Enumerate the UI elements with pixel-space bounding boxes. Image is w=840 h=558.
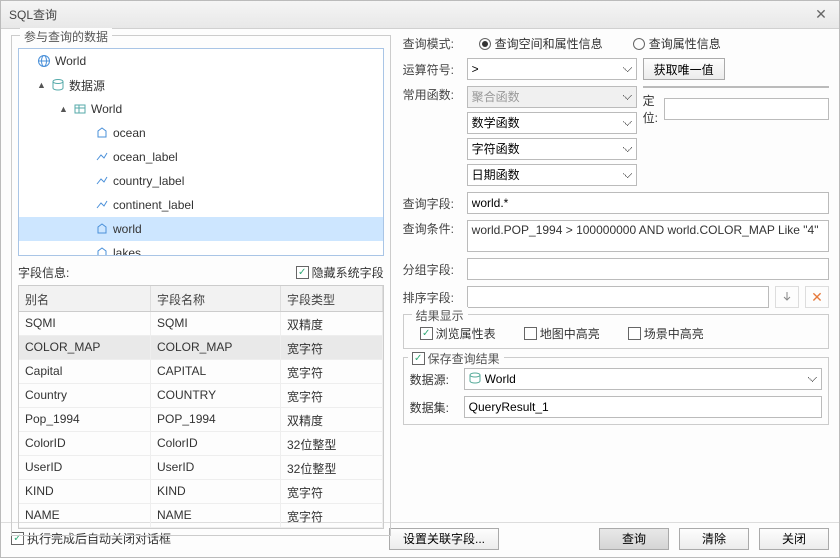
group-field-input[interactable] [467,258,829,280]
line-icon [95,174,109,188]
radio-attr-only[interactable]: 查询属性信息 [633,35,721,52]
query-cond-input[interactable]: world.POP_1994 > 100000000 AND world.COL… [467,220,829,252]
dataset-label: 数据集: [410,399,458,416]
radio-spatial-attr[interactable]: 查询空间和属性信息 [479,35,603,52]
field-info-label: 字段信息: [18,264,69,281]
string-func-select[interactable]: 字符函数 [467,138,637,160]
table-row[interactable]: SQMISQMI双精度 [19,312,383,336]
toggle-icon: ▲ [37,80,47,90]
tree-item[interactable]: World [19,49,383,73]
operator-select[interactable]: > [467,58,637,80]
table-row[interactable]: Pop_1994POP_1994双精度 [19,408,383,432]
tree-item[interactable]: ocean_label [19,145,383,169]
clear-sort-icon[interactable]: ✕ [805,286,829,308]
operator-label: 运算符号: [403,61,461,78]
datasource-icon [51,78,65,92]
titlebar: SQL查询 ✕ [1,1,839,29]
checkbox-icon: ✓ [296,266,309,279]
table-row[interactable]: COLOR_MAPCOLOR_MAP宽字符 [19,336,383,360]
save-result-checkbox[interactable]: ✓保存查询结果 [412,350,500,367]
browse-attr-checkbox[interactable]: ✓浏览属性表 [420,325,496,342]
unique-values-list[interactable] [643,86,829,88]
result-display-legend: 结果显示 [412,307,468,324]
globe-icon [37,54,51,68]
dataset-input[interactable] [464,396,822,418]
get-unique-button[interactable]: 获取唯一值 [643,58,725,80]
field-table[interactable]: 别名 字段名称 字段类型 SQMISQMI双精度COLOR_MAPCOLOR_M… [18,285,384,529]
table-row[interactable]: NAMENAME宽字符 [19,504,383,528]
col-type[interactable]: 字段类型 [281,286,383,311]
data-tree[interactable]: World▲数据源▲Worldoceanocean_labelcountry_l… [18,48,384,256]
table-row[interactable]: UserIDUserID32位整型 [19,456,383,480]
tree-item[interactable]: ▲数据源 [19,73,383,97]
sort-field-input[interactable] [467,286,769,308]
sort-field-label: 排序字段: [403,289,461,306]
hide-sys-fields-checkbox[interactable]: ✓ 隐藏系统字段 [296,264,384,281]
common-func-label: 常用函数: [403,86,461,103]
query-cond-label: 查询条件: [403,220,461,237]
date-func-select[interactable]: 日期函数 [467,164,637,186]
table-row[interactable]: ColorIDColorID32位整型 [19,432,383,456]
dataset-icon [73,102,87,116]
line-icon [95,198,109,212]
clear-button[interactable]: 清除 [679,528,749,550]
radio-icon [479,38,491,50]
table-row[interactable]: CountryCOUNTRY宽字符 [19,384,383,408]
query-button[interactable]: 查询 [599,528,669,550]
col-alias[interactable]: 别名 [19,286,151,311]
datasource-select[interactable]: World [464,368,822,390]
highlight-map-checkbox[interactable]: 地图中高亮 [524,325,600,342]
query-mode-label: 查询模式: [403,35,461,52]
line-icon [95,150,109,164]
set-relate-button[interactable]: 设置关联字段... [389,528,499,550]
toggle-icon: ▲ [59,104,69,114]
datasource-label: 数据源: [410,371,458,388]
table-row[interactable]: KINDKIND宽字符 [19,480,383,504]
region-icon [95,246,109,256]
col-name[interactable]: 字段名称 [151,286,281,311]
query-field-input[interactable] [467,192,829,214]
locate-input[interactable] [664,98,829,120]
region-icon [95,126,109,140]
tree-item[interactable]: lakes [19,241,383,256]
datasource-icon [468,371,482,388]
close-icon[interactable]: ✕ [811,6,831,23]
region-icon [95,222,109,236]
tree-item[interactable]: world [19,217,383,241]
tree-item[interactable]: continent_label [19,193,383,217]
tree-item[interactable]: ▲World [19,97,383,121]
math-func-select[interactable]: 数学函数 [467,112,637,134]
table-row[interactable]: CapitalCAPITAL宽字符 [19,360,383,384]
tree-item[interactable]: country_label [19,169,383,193]
sort-direction-icon[interactable] [775,286,799,308]
tree-item[interactable]: ocean [19,121,383,145]
close-button[interactable]: 关闭 [759,528,829,550]
query-field-label: 查询字段: [403,195,461,212]
aggregate-select[interactable]: 聚合函数 [467,86,637,108]
window-title: SQL查询 [9,6,57,23]
locate-label: 定位: [643,92,658,126]
group-field-label: 分组字段: [403,261,461,278]
highlight-scene-checkbox[interactable]: 场景中高亮 [628,325,704,342]
radio-icon [633,38,645,50]
participate-legend: 参与查询的数据 [20,28,112,45]
